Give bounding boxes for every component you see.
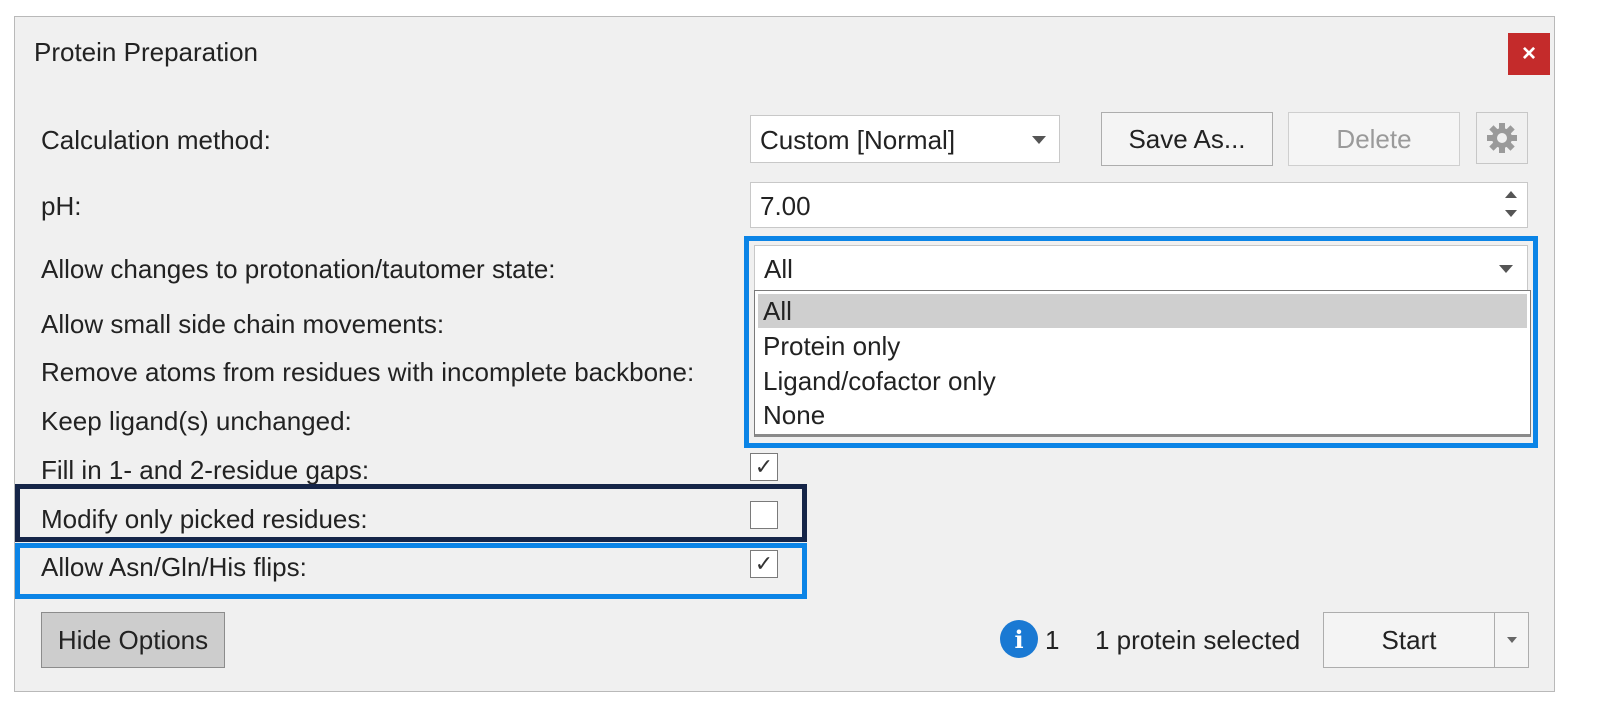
keep-ligands-label: Keep ligand(s) unchanged: <box>41 406 352 436</box>
chevron-down-icon <box>1506 637 1517 643</box>
ph-spinbox[interactable]: 7.00 <box>750 182 1528 228</box>
protonation-highlight-frame <box>744 236 1538 448</box>
remove-atoms-label: Remove atoms from residues with incomple… <box>41 357 695 387</box>
info-count: 1 <box>1045 625 1060 655</box>
flips-highlight-frame <box>15 543 807 599</box>
close-icon: × <box>1521 40 1536 67</box>
start-button[interactable]: Start <box>1323 612 1495 668</box>
start-menu-button[interactable] <box>1494 612 1529 668</box>
ph-value: 7.00 <box>760 191 811 221</box>
protonation-label: Allow changes to protonation/tautomer st… <box>41 254 556 284</box>
window-title: Protein Preparation <box>34 37 259 67</box>
ph-label: pH: <box>41 191 82 221</box>
close-button[interactable]: × <box>1508 33 1550 75</box>
spin-down-icon[interactable] <box>1505 210 1517 217</box>
settings-button[interactable] <box>1476 112 1528 164</box>
delete-button[interactable]: Delete <box>1288 112 1460 166</box>
spin-up-icon[interactable] <box>1505 191 1517 198</box>
checkmark-icon: ✓ <box>754 454 774 479</box>
fill-gaps-checkbox[interactable]: ✓ <box>750 453 778 481</box>
calculation-method-select[interactable]: Custom [Normal] <box>750 115 1060 163</box>
save-as-button[interactable]: Save As... <box>1101 112 1273 166</box>
protein-preparation-dialog: Protein Preparation × Calculation method… <box>14 16 1555 692</box>
modify-picked-highlight-frame <box>15 484 807 542</box>
title-bar: Protein Preparation × <box>15 17 1554 87</box>
calculation-method-value: Custom [Normal] <box>760 125 956 155</box>
selection-status: 1 protein selected <box>1095 625 1301 655</box>
gear-icon <box>1487 123 1517 153</box>
chevron-down-icon <box>1032 136 1046 144</box>
hide-options-button[interactable]: Hide Options <box>41 612 225 668</box>
side-chain-label: Allow small side chain movements: <box>41 309 445 339</box>
calculation-method-label: Calculation method: <box>41 125 271 155</box>
info-icon[interactable]: i <box>1000 620 1038 658</box>
fill-gaps-label: Fill in 1- and 2-residue gaps: <box>41 455 370 485</box>
